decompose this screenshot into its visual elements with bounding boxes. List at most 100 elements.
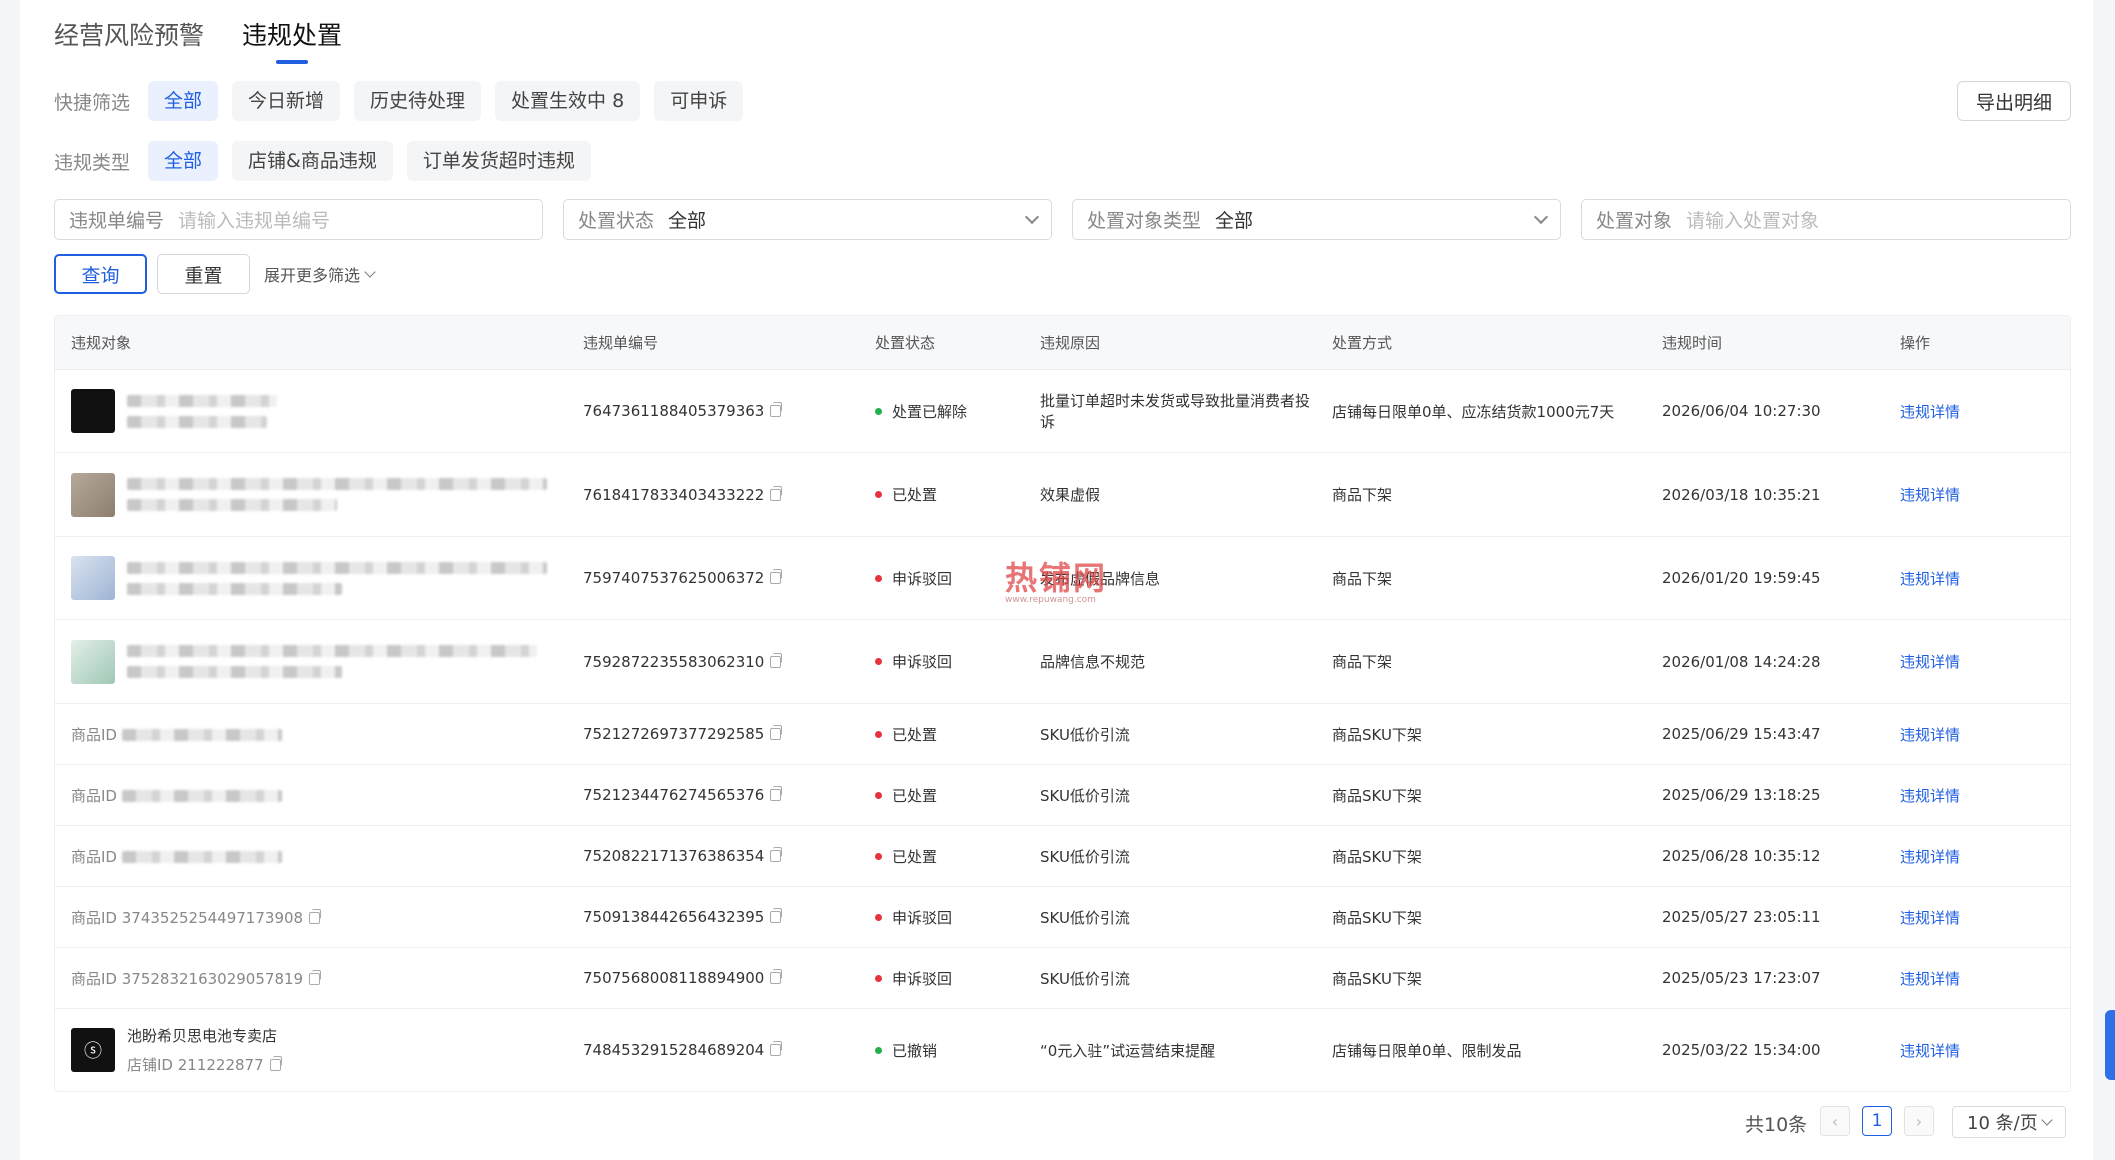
copy-icon[interactable] bbox=[770, 725, 783, 740]
violation-no-field[interactable]: 违规单编号 请输入违规单编号 bbox=[54, 199, 543, 240]
quick-filter-all[interactable]: 全部 bbox=[148, 81, 219, 121]
copy-icon[interactable] bbox=[770, 1041, 783, 1056]
copy-icon[interactable] bbox=[770, 485, 783, 501]
row-target: 商品ID 3743525254497173908 bbox=[71, 907, 322, 928]
export-button[interactable]: 导出明细 bbox=[1957, 81, 2071, 121]
row-time: 2026/06/04 10:27:30 bbox=[1662, 402, 1821, 420]
violation-table: 违规对象 违规单编号 处置状态 违规原因 处置方式 违规时间 操作 764736… bbox=[54, 315, 2071, 1092]
header-status: 处置状态 bbox=[875, 334, 936, 352]
violation-type-shipping-timeout[interactable]: 订单发货超时违规 bbox=[406, 141, 591, 181]
row-violation-no: 7520822171376386354 bbox=[583, 847, 783, 865]
target-field[interactable]: 处置对象 请输入处置对象 bbox=[1581, 199, 2071, 240]
copy-icon[interactable] bbox=[770, 569, 783, 584]
quick-filter-in-effect[interactable]: 处置生效中 8 bbox=[495, 81, 641, 121]
violation-type-all[interactable]: 全部 bbox=[148, 141, 219, 181]
target-label: 处置对象 bbox=[1596, 210, 1673, 232]
target-input[interactable]: 请输入处置对象 bbox=[1686, 206, 2056, 233]
reset-button[interactable]: 重置 bbox=[157, 254, 250, 294]
copy-icon[interactable] bbox=[770, 786, 783, 801]
violation-detail-link[interactable]: 违规详情 bbox=[1900, 401, 1960, 422]
query-button[interactable]: 查询 bbox=[54, 254, 147, 294]
table-row: 商品ID 3752832163029057819 750756800811889… bbox=[55, 947, 2070, 1008]
copy-icon[interactable] bbox=[269, 1056, 282, 1071]
row-status: 申诉驳回 bbox=[875, 568, 952, 589]
page-number[interactable]: 1 bbox=[1862, 1106, 1892, 1136]
row-method: 商品SKU下架 bbox=[1332, 969, 1422, 988]
violation-type-shop-product[interactable]: 店铺&商品违规 bbox=[232, 141, 393, 181]
row-target bbox=[71, 472, 547, 517]
row-method: 商品SKU下架 bbox=[1332, 786, 1422, 805]
violation-detail-link[interactable]: 违规详情 bbox=[1900, 968, 1960, 989]
status-dot bbox=[875, 491, 882, 498]
row-method: 商品下架 bbox=[1332, 653, 1393, 671]
row-reason: SKU低价引流 bbox=[1040, 969, 1130, 988]
violation-detail-link[interactable]: 违规详情 bbox=[1900, 484, 1960, 505]
violation-no-input[interactable]: 请输入违规单编号 bbox=[178, 206, 528, 233]
redacted-target bbox=[121, 851, 282, 863]
violation-detail-link[interactable]: 违规详情 bbox=[1900, 846, 1960, 867]
copy-icon[interactable] bbox=[309, 969, 322, 985]
copy-icon[interactable] bbox=[770, 652, 783, 668]
target-type-value: 全部 bbox=[1215, 210, 1254, 232]
redacted-target bbox=[127, 645, 537, 678]
product-thumbnail bbox=[71, 556, 115, 600]
violation-detail-link[interactable]: 违规详情 bbox=[1900, 568, 1960, 589]
violation-detail-link[interactable]: 违规详情 bbox=[1900, 907, 1960, 928]
row-violation-no: 7592872235583062310 bbox=[583, 652, 783, 671]
quick-filter-history-pending[interactable]: 历史待处理 bbox=[354, 81, 482, 121]
table-row: 商品ID 7521234476274565376 已处置 SKU低价引流 商品S… bbox=[55, 764, 2070, 825]
row-time: 2025/05/27 23:05:11 bbox=[1662, 908, 1821, 926]
next-page-button[interactable]: › bbox=[1904, 1106, 1934, 1136]
row-reason: SKU低价引流 bbox=[1040, 847, 1130, 866]
status-select[interactable]: 处置状态 全部 bbox=[563, 199, 1052, 240]
row-status: 已处置 bbox=[875, 846, 937, 867]
row-method: 商品下架 bbox=[1332, 569, 1393, 588]
row-time: 2026/01/08 14:24:28 bbox=[1662, 652, 1821, 671]
status-dot bbox=[875, 730, 882, 738]
table-row: 商品ID 3743525254497173908 750913844265643… bbox=[55, 886, 2070, 947]
copy-icon[interactable] bbox=[770, 969, 783, 984]
row-violation-no: 7597407537625006372 bbox=[583, 569, 783, 587]
row-status: 已撤销 bbox=[875, 1040, 937, 1061]
violation-detail-link[interactable]: 违规详情 bbox=[1900, 1040, 1960, 1061]
status-dot bbox=[875, 1046, 882, 1054]
tab-risk-warning[interactable]: 经营风险预警 bbox=[54, 16, 204, 64]
table-header: 违规对象 违规单编号 处置状态 违规原因 处置方式 违规时间 操作 bbox=[55, 316, 2070, 369]
quick-filter-today-new[interactable]: 今日新增 bbox=[232, 81, 341, 121]
violation-type-label: 违规类型 bbox=[54, 151, 131, 174]
header-time: 违规时间 bbox=[1662, 334, 1723, 352]
quick-filter-appealable[interactable]: 可申诉 bbox=[654, 81, 744, 121]
page-size-select[interactable]: 10 条/页 bbox=[1952, 1106, 2066, 1138]
row-status: 已处置 bbox=[875, 724, 937, 745]
row-time: 2025/05/23 17:23:07 bbox=[1662, 969, 1821, 987]
status-dot bbox=[875, 658, 882, 665]
row-target: 商品ID bbox=[71, 785, 282, 806]
redacted-target bbox=[121, 729, 282, 741]
violation-detail-link[interactable]: 违规详情 bbox=[1900, 785, 1960, 806]
violation-detail-link[interactable]: 违规详情 bbox=[1900, 651, 1960, 672]
status-dot bbox=[875, 407, 882, 415]
copy-icon[interactable] bbox=[770, 402, 783, 417]
copy-icon[interactable] bbox=[770, 908, 783, 923]
redacted-target bbox=[127, 394, 277, 428]
copy-icon[interactable] bbox=[309, 908, 322, 924]
status-dot bbox=[875, 791, 882, 799]
row-target: 商品ID bbox=[71, 724, 282, 745]
copy-icon[interactable] bbox=[770, 847, 783, 862]
product-thumbnail bbox=[71, 472, 115, 517]
row-violation-no: 7647361188405379363 bbox=[583, 402, 783, 420]
header-method: 处置方式 bbox=[1332, 334, 1393, 352]
shop-thumbnail bbox=[71, 389, 115, 433]
prev-page-button[interactable]: ‹ bbox=[1820, 1106, 1850, 1136]
expand-more-filters[interactable]: 展开更多筛选 bbox=[264, 262, 376, 286]
target-type-select[interactable]: 处置对象类型 全部 bbox=[1072, 199, 1561, 240]
quick-filter-row: 快捷筛选 全部 今日新增 历史待处理 处置生效中 8 可申诉 bbox=[54, 81, 744, 121]
scrollbar-thumb[interactable] bbox=[2105, 1010, 2115, 1080]
tab-violation-handling[interactable]: 违规处置 bbox=[242, 16, 342, 64]
status-dot bbox=[875, 574, 882, 582]
chevron-right-icon: › bbox=[1915, 1111, 1923, 1131]
chevron-left-icon: ‹ bbox=[1831, 1111, 1839, 1131]
row-reason: “0元入驻”试运营结束提醒 bbox=[1040, 1041, 1216, 1060]
row-target bbox=[71, 639, 537, 684]
violation-detail-link[interactable]: 违规详情 bbox=[1900, 724, 1960, 745]
